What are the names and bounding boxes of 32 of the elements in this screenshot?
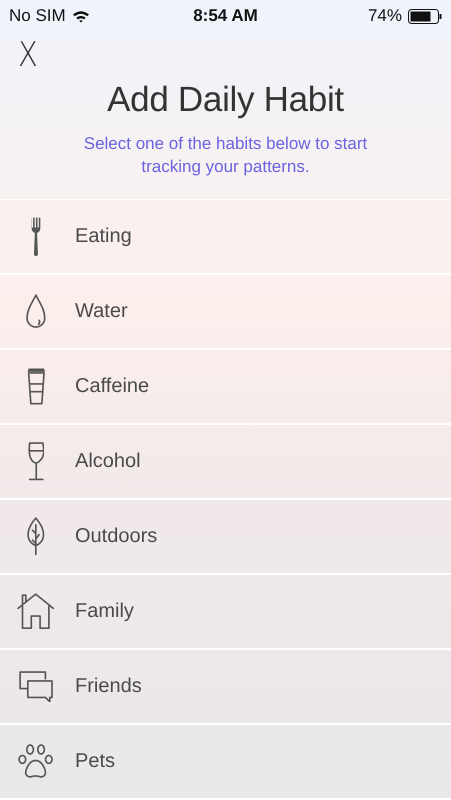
chat-bubbles-icon — [18, 670, 54, 702]
clock-time: 8:54 AM — [193, 6, 258, 26]
page-title: Add Daily Habit — [106, 80, 345, 120]
habit-label: Alcohol — [75, 450, 141, 473]
habit-row[interactable]: Water — [0, 275, 451, 350]
habit-label: Pets — [75, 750, 116, 773]
carrier-label: No SIM — [9, 6, 66, 26]
habit-row[interactable]: Friends — [0, 650, 451, 725]
close-button[interactable]: X — [18, 36, 38, 74]
habit-label: Outdoors — [75, 525, 158, 548]
paw-icon — [18, 744, 54, 779]
instruction-text: Select one of the habits below to start tracking your patterns. — [82, 133, 368, 178]
battery-icon — [408, 8, 442, 24]
habit-row[interactable]: Caffeine — [0, 350, 451, 425]
habit-label: Caffeine — [75, 375, 150, 398]
water-drop-icon — [26, 294, 46, 329]
habit-row[interactable]: Eating — [0, 200, 451, 275]
wifi-icon — [72, 10, 90, 22]
habit-label: Family — [75, 600, 134, 623]
coffee-cup-icon — [26, 368, 46, 405]
habit-row[interactable]: Outdoors — [0, 500, 451, 575]
habit-row[interactable]: Family — [0, 575, 451, 650]
habit-label: Water — [75, 300, 128, 323]
fork-icon — [31, 216, 41, 256]
leaf-icon — [27, 517, 45, 556]
battery-percent: 74% — [368, 6, 402, 26]
house-icon — [17, 593, 55, 630]
habit-row[interactable]: Pets — [0, 725, 451, 800]
wine-glass-icon — [28, 442, 44, 481]
habit-label: Eating — [75, 225, 132, 248]
habit-row[interactable]: Alcohol — [0, 425, 451, 500]
habit-label: Friends — [75, 675, 142, 698]
